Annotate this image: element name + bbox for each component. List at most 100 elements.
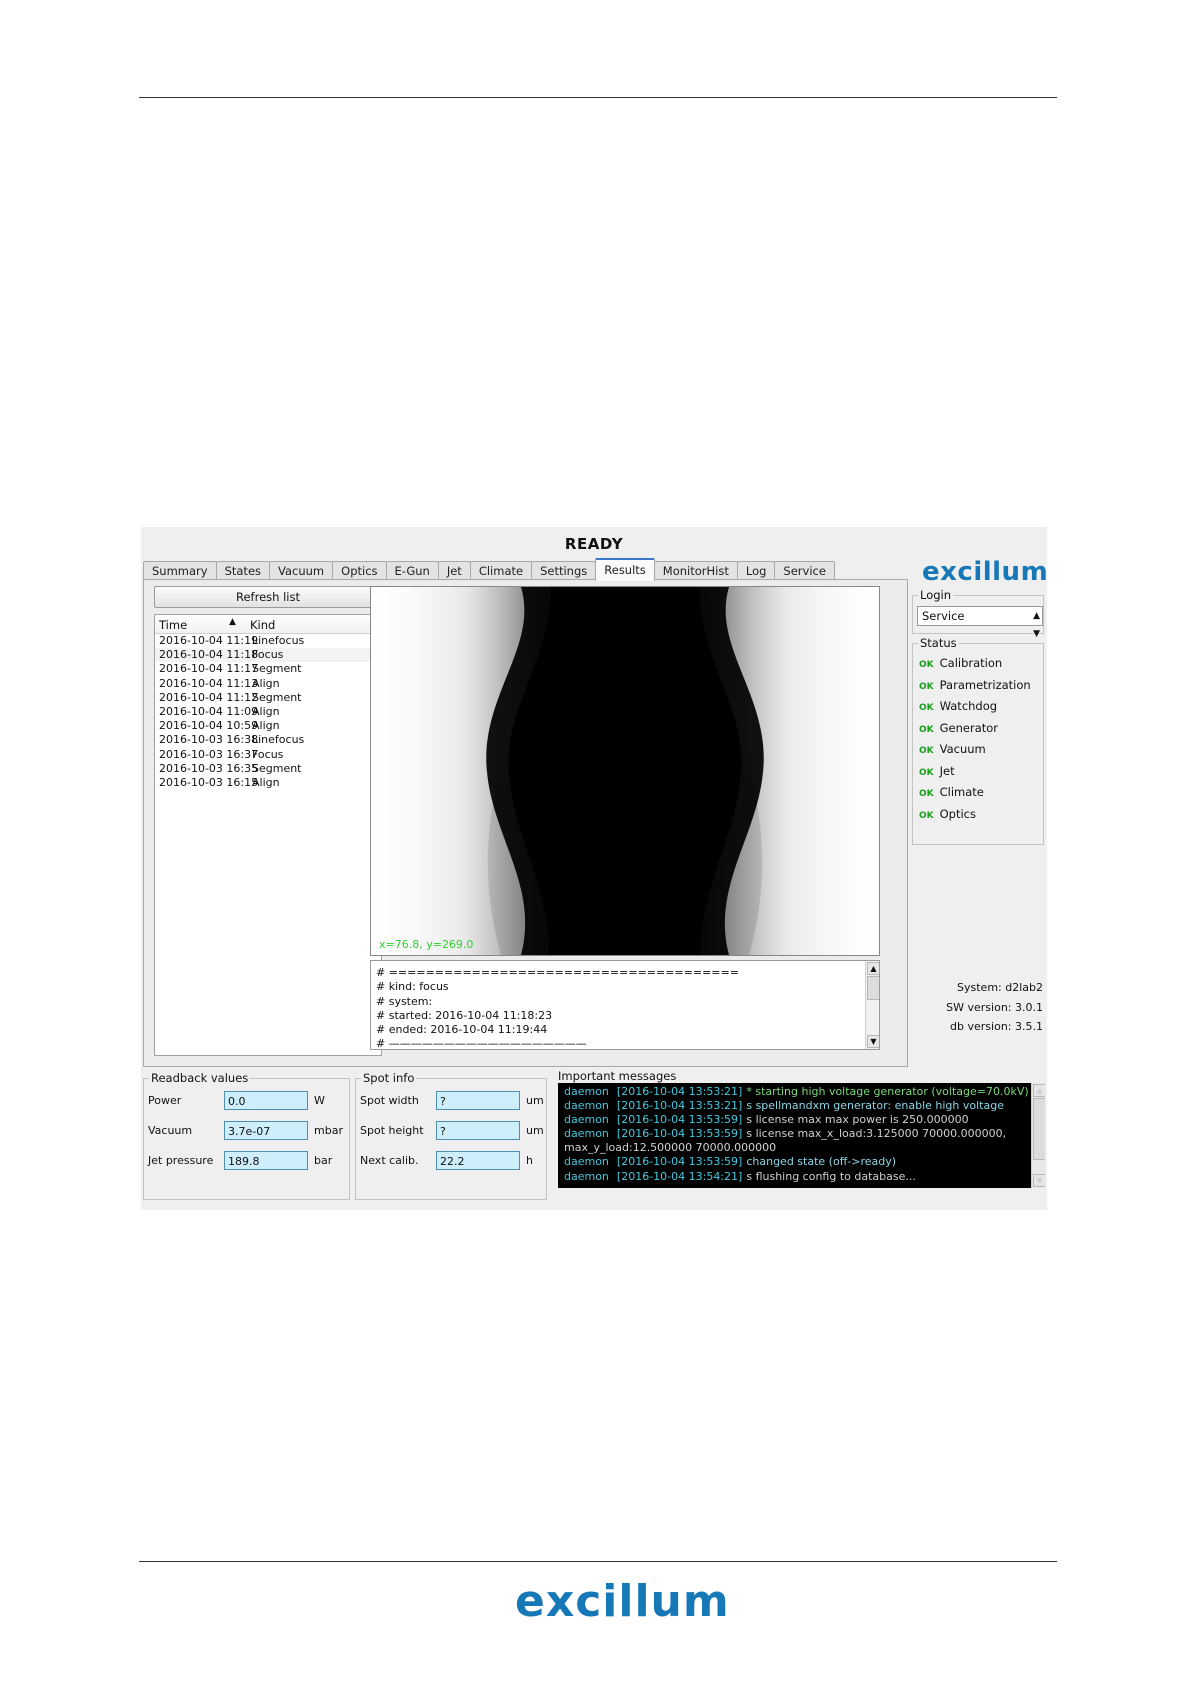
list-item-kind: Linefocus bbox=[252, 634, 305, 647]
scroll-down-arrow-icon[interactable]: ▼ bbox=[1033, 1174, 1045, 1187]
message-text: * starting high voltage generator (volta… bbox=[746, 1085, 1029, 1098]
app-window: READY Summary States Vacuum Optics E-Gun Jet C… bbox=[141, 527, 1048, 1210]
spot-field[interactable]: ? bbox=[436, 1091, 520, 1110]
message-source: daemon bbox=[564, 1127, 609, 1141]
column-header-time[interactable]: Time bbox=[159, 618, 187, 632]
spot-unit: um bbox=[526, 1094, 544, 1107]
tab-jet[interactable]: Jet bbox=[437, 561, 471, 580]
status-item-label: Optics bbox=[939, 806, 976, 821]
results-list[interactable]: Time ▲ Kind 2016-10-04 11:19Linefocus 201… bbox=[154, 614, 382, 1056]
status-item-label: Vacuum bbox=[939, 742, 986, 756]
list-item-kind: Focus bbox=[252, 747, 284, 761]
list-body: 2016-10-04 11:19Linefocus 2016-10-04 11:1… bbox=[155, 634, 381, 790]
list-item-time: 2016-10-03 16:35 bbox=[159, 761, 259, 775]
readback-field[interactable]: 0.0 bbox=[224, 1091, 308, 1110]
tab-results[interactable]: Results bbox=[595, 558, 655, 581]
message-timestamp: [2016-10-04 13:53:59] bbox=[616, 1155, 743, 1169]
tab-e-gun[interactable]: E-Gun bbox=[385, 561, 439, 580]
sort-ascending-icon: ▲ bbox=[229, 617, 236, 627]
status-group: Status OK Calibration OK Parametrization OK W… bbox=[912, 636, 1044, 845]
readback-field[interactable]: 3.7e-07 bbox=[224, 1121, 308, 1140]
list-item[interactable]: 2016-10-04 11:19Linefocus bbox=[155, 634, 381, 648]
message-timestamp: [2016-10-04 13:53:59] bbox=[616, 1127, 743, 1141]
header-rule bbox=[139, 97, 1057, 98]
list-item[interactable]: 2016-10-03 16:38Linefocus bbox=[155, 733, 381, 747]
db-version: db version: 3.5.1 bbox=[950, 1020, 1043, 1033]
list-item[interactable]: 2016-10-04 11:09Align bbox=[155, 705, 381, 719]
list-item-kind: Segment bbox=[252, 690, 302, 704]
focus-scan-graphic bbox=[371, 587, 879, 955]
list-item[interactable]: 2016-10-04 11:13Align bbox=[155, 677, 381, 691]
scroll-thumb[interactable] bbox=[867, 976, 879, 1000]
tab-states[interactable]: States bbox=[215, 561, 271, 580]
report-line: # —————————————————— bbox=[376, 1037, 587, 1050]
readback-label: Vacuum bbox=[148, 1124, 193, 1137]
status-item: OK Calibration bbox=[919, 655, 1002, 671]
scroll-thumb[interactable] bbox=[1033, 1098, 1045, 1160]
scroll-down-arrow-icon[interactable]: ▼ bbox=[867, 1035, 879, 1048]
list-item[interactable]: 2016-10-04 10:59Align bbox=[155, 719, 381, 733]
status-item-label: Climate bbox=[939, 785, 984, 799]
message-source: daemon bbox=[564, 1099, 609, 1113]
spot-label: Spot width bbox=[360, 1094, 419, 1107]
spot-field[interactable]: ? bbox=[436, 1121, 520, 1140]
tab-optics[interactable]: Optics bbox=[332, 561, 387, 580]
message-timestamp: [2016-10-04 13:53:21] bbox=[616, 1099, 743, 1113]
status-item-label: Parametrization bbox=[939, 677, 1031, 692]
focus-scan-image[interactable]: x=76.8, y=269.0 bbox=[370, 586, 880, 956]
message-source: daemon bbox=[564, 1085, 609, 1098]
login-role-select[interactable]: Service ▲ ▼ bbox=[917, 606, 1043, 639]
tab-summary[interactable]: Summary bbox=[143, 561, 217, 580]
select-updown-arrows-icon: ▲ ▼ bbox=[1033, 611, 1040, 639]
list-item[interactable]: 2016-10-04 11:18Focus bbox=[155, 648, 381, 663]
scroll-up-arrow-icon[interactable]: ▲ bbox=[867, 962, 879, 975]
tab-monitorhist[interactable]: MonitorHist bbox=[653, 561, 738, 580]
list-item[interactable]: 2016-10-04 11:12Segment bbox=[155, 691, 381, 705]
messages-text: daemon [2016-10-04 13:53:21] * starting hi… bbox=[564, 1085, 1029, 1184]
results-panel: Refresh list Time ▲ Kind 2016-10-04 11:1… bbox=[143, 579, 908, 1067]
tab-service[interactable]: Service bbox=[774, 561, 835, 580]
messages-scrollbar[interactable]: ▲ ▼ bbox=[1031, 1083, 1045, 1188]
scroll-up-arrow-icon[interactable]: ▲ bbox=[1033, 1084, 1045, 1097]
list-item[interactable]: 2016-10-03 16:37Focus bbox=[155, 748, 381, 762]
list-item-kind: Align bbox=[252, 704, 280, 718]
status-ok-badge: OK bbox=[919, 660, 934, 670]
readback-label: Jet pressure bbox=[148, 1154, 214, 1167]
list-item-time: 2016-10-04 10:59 bbox=[159, 719, 259, 733]
tab-vacuum[interactable]: Vacuum bbox=[269, 561, 334, 580]
message-text: s spellmandxm generator: enable high vol… bbox=[746, 1099, 1004, 1113]
report-line: # started: 2016-10-04 11:18:23 bbox=[376, 1008, 553, 1022]
spot-field[interactable]: 22.2 bbox=[436, 1151, 520, 1170]
readback-unit: mbar bbox=[314, 1124, 343, 1137]
refresh-list-button[interactable]: Refresh list bbox=[154, 586, 382, 608]
message-text: changed state (off->ready) bbox=[746, 1155, 897, 1169]
readback-unit: bar bbox=[314, 1154, 333, 1167]
list-item[interactable]: 2016-10-04 11:17Segment bbox=[155, 662, 381, 676]
message-text: max_y_load:12.500000 70000.000000 bbox=[564, 1141, 777, 1155]
spot-unit: um bbox=[526, 1124, 544, 1137]
list-item-kind: Align bbox=[252, 775, 280, 789]
list-item-kind: Segment bbox=[252, 662, 302, 676]
list-item-time: 2016-10-04 11:13 bbox=[159, 676, 259, 690]
list-item[interactable]: 2016-10-03 16:35Segment bbox=[155, 762, 381, 776]
tab-climate[interactable]: Climate bbox=[469, 561, 533, 580]
app-status-title: READY bbox=[564, 535, 624, 553]
list-item-time: 2016-10-03 16:15 bbox=[159, 775, 259, 789]
tab-settings[interactable]: Settings bbox=[531, 561, 597, 580]
status-ok-badge: OK bbox=[919, 681, 934, 692]
important-messages-log[interactable]: daemon [2016-10-04 13:53:21] * starting hi… bbox=[558, 1083, 1045, 1188]
message-text: s license max_x_load:3.125000 70000.0000… bbox=[746, 1127, 1007, 1141]
message-line: max_y_load:12.500000 70000.000000 bbox=[564, 1141, 1029, 1155]
readback-unit: W bbox=[314, 1094, 325, 1107]
readback-field[interactable]: 189.8 bbox=[224, 1151, 308, 1170]
spot-group-title: Spot info bbox=[361, 1071, 417, 1085]
column-header-kind[interactable]: Kind bbox=[250, 618, 275, 632]
report-scrollbar[interactable]: ▲ ▼ bbox=[865, 961, 879, 1049]
list-item-kind: Segment bbox=[252, 761, 302, 775]
list-item[interactable]: 2016-10-03 16:15Align bbox=[155, 776, 381, 790]
list-item-time: 2016-10-03 16:37 bbox=[159, 747, 259, 761]
report-textbox[interactable]: # ======================================… bbox=[370, 960, 880, 1050]
tab-log[interactable]: Log bbox=[736, 561, 776, 580]
status-ok-badge: OK bbox=[919, 810, 934, 821]
status-ok-badge: OK bbox=[919, 767, 934, 778]
